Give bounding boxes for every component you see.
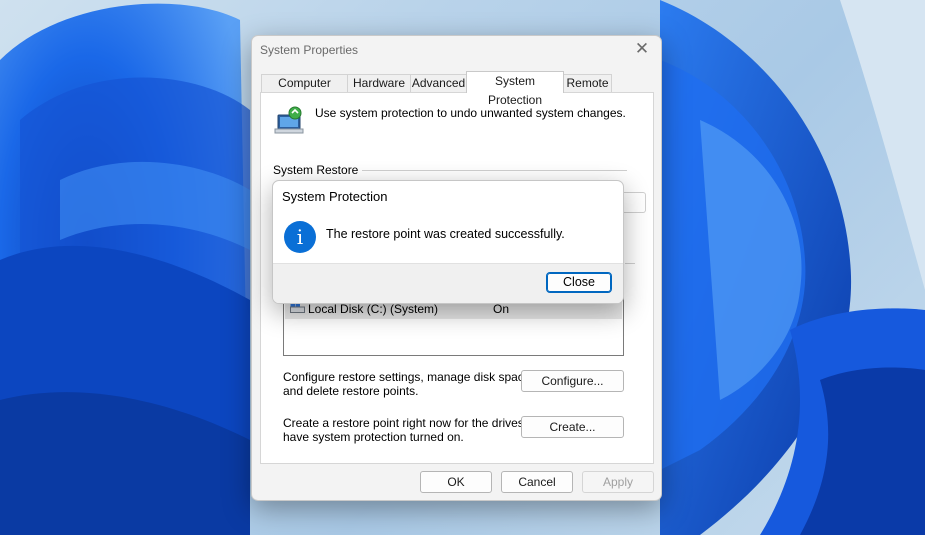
drive-icon [290, 303, 305, 313]
window-title: System Properties [260, 43, 359, 57]
dialog-message: The restore point was created successful… [326, 227, 565, 241]
configure-description-line: Configure restore settings, manage disk … [283, 370, 534, 384]
group-divider [625, 263, 635, 264]
create-description-line: have system protection turned on. [283, 430, 464, 444]
create-description-line: Create a restore point right now for the… [283, 416, 548, 430]
configure-description-line: and delete restore points. [283, 384, 419, 398]
intro-text: Use system protection to undo unwanted s… [315, 106, 626, 120]
tab-hardware[interactable]: Hardware [347, 74, 411, 92]
configure-description: Configure restore settings, manage disk … [283, 370, 534, 398]
system-protection-dialog: System Protection i The restore point wa… [272, 180, 624, 304]
close-icon[interactable]: ✕ [631, 39, 653, 59]
create-button[interactable]: Create... [521, 416, 624, 438]
apply-button[interactable]: Apply [582, 471, 654, 493]
info-icon: i [284, 221, 316, 253]
configure-button[interactable]: Configure... [521, 370, 624, 392]
tab-advanced[interactable]: Advanced [410, 74, 467, 92]
cancel-button[interactable]: Cancel [501, 471, 573, 493]
drive-name: Local Disk (C:) (System) [308, 302, 439, 316]
system-restore-button[interactable] [621, 192, 646, 213]
system-restore-label: System Restore [273, 163, 363, 177]
tab-remote[interactable]: Remote [563, 74, 612, 92]
ok-button[interactable]: OK [420, 471, 492, 493]
title-bar[interactable]: System Properties ✕ [252, 36, 661, 64]
close-button[interactable]: Close [546, 272, 612, 293]
group-divider [351, 170, 627, 171]
protection-state: On [493, 302, 510, 316]
create-description: Create a restore point right now for the… [283, 416, 547, 444]
tab-computer-name[interactable]: Computer Name [261, 74, 348, 107]
tab-system-protection[interactable]: System Protection [466, 71, 564, 107]
dialog-title: System Protection [282, 189, 388, 204]
system-protection-icon [274, 106, 304, 134]
